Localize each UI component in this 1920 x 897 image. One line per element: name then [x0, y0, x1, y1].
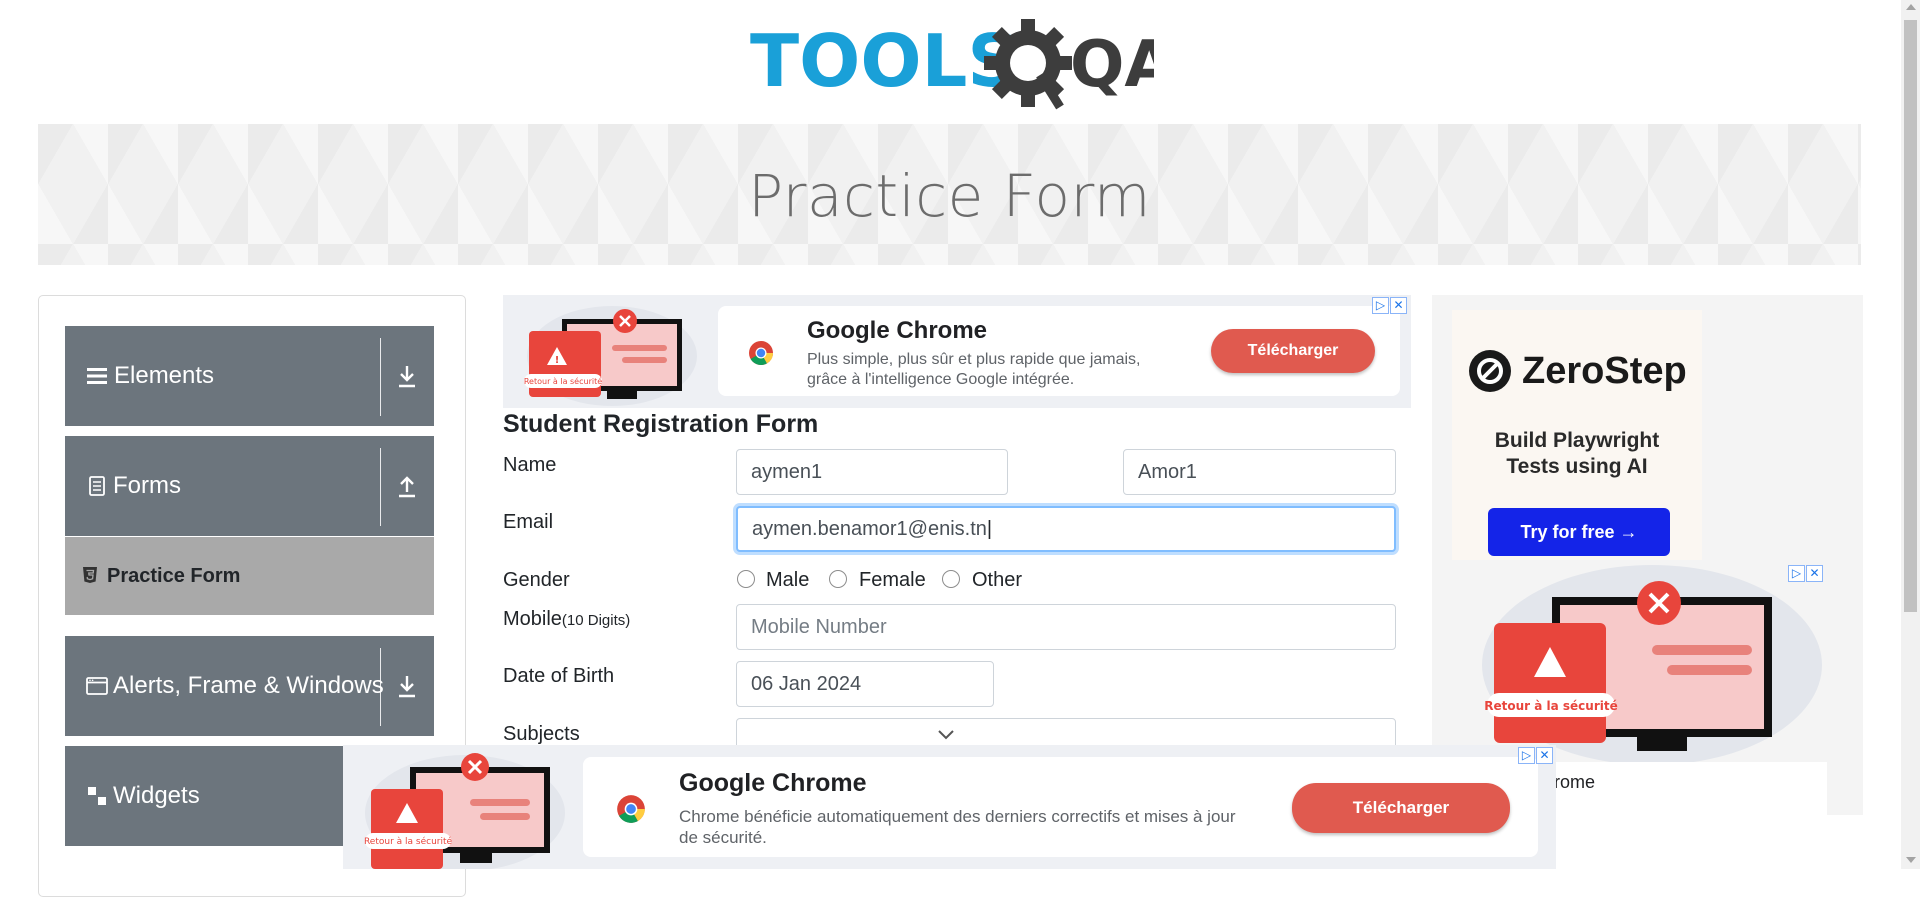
- gender-female-label[interactable]: Female: [859, 569, 926, 592]
- chrome-icon: [617, 795, 645, 823]
- gender-other-label[interactable]: Other: [972, 569, 1022, 592]
- divider: [380, 448, 381, 526]
- zerostep-logo-icon: [1469, 350, 1511, 392]
- text-cursor: |: [986, 518, 993, 540]
- zerostep-brand: ZeroStep: [1522, 350, 1687, 392]
- ad-banner-top[interactable]: ! Retour à la sécurité Google Chrome Plu…: [503, 295, 1411, 408]
- close-ad-icon[interactable]: ✕: [1390, 297, 1407, 314]
- ad-desc-line1: Plus simple, plus sûr et plus rapide que…: [807, 351, 1141, 368]
- dob-label: Date of Birth: [503, 665, 615, 687]
- sidebar-group-label: Forms: [113, 472, 181, 499]
- ad-desc-line2: de sécurité.: [679, 828, 767, 847]
- ad-footer-text: rome: [1554, 772, 1596, 792]
- page-title: Practice Form: [748, 162, 1151, 230]
- gender-label: Gender: [503, 569, 570, 591]
- svg-text:Retour à la sécurité: Retour à la sécurité: [1484, 699, 1618, 713]
- download-button[interactable]: Télécharger: [1292, 783, 1510, 833]
- adchoices-icon[interactable]: ▷: [1788, 565, 1805, 582]
- scroll-up-arrow-icon[interactable]: [1906, 4, 1916, 10]
- scroll-down-arrow-icon[interactable]: [1906, 857, 1916, 863]
- gender-female-radio[interactable]: [829, 570, 847, 588]
- chevron-down-icon: [938, 730, 954, 740]
- chrome-icon: [749, 341, 773, 366]
- page-banner: Practice Form: [38, 124, 1861, 265]
- svg-text:Retour à la sécurité: Retour à la sécurité: [524, 376, 602, 386]
- mobile-input[interactable]: Mobile Number: [736, 604, 1396, 650]
- download-arrow-icon: [399, 366, 415, 388]
- ad-illustration: Retour à la sécurité: [364, 753, 565, 869]
- name-label: Name: [503, 454, 557, 476]
- sidebar-group-label: Widgets: [113, 782, 200, 809]
- sidebar-group-label: Alerts, Frame & Windows: [113, 672, 384, 699]
- email-label: Email: [503, 511, 554, 533]
- adchoices-icon[interactable]: ▷: [1372, 297, 1389, 314]
- upload-arrow-icon: [399, 476, 415, 498]
- try-for-free-button[interactable]: Try for free →: [1488, 508, 1670, 556]
- scrollbar-thumb[interactable]: [1904, 20, 1917, 612]
- ad-illustration-right: Retour à la sécurité: [1482, 565, 1822, 765]
- ad-card: Google Chrome Chrome bénéficie automatiq…: [583, 757, 1538, 857]
- hamburger-icon: [87, 368, 107, 384]
- ad-title: Google Chrome: [679, 769, 867, 797]
- mobile-placeholder: Mobile Number: [751, 616, 887, 638]
- first-name-input[interactable]: aymen1: [736, 449, 1008, 495]
- ad-card: Google Chrome Plus simple, plus sûr et p…: [718, 306, 1400, 396]
- mobile-hint: (10 Digits): [561, 612, 631, 629]
- sidebar-item-label: Practice Form: [107, 565, 241, 587]
- mobile-label: Mobile(10 Digits): [503, 608, 631, 630]
- gender-other-radio[interactable]: [942, 570, 960, 588]
- sidebar-item-practice-form[interactable]: Practice Form: [65, 537, 434, 615]
- svg-text:!: !: [555, 355, 560, 366]
- ad-desc-line1: Chrome bénéficie automatiquement des der…: [679, 807, 1236, 826]
- sidebar-group-elements[interactable]: Elements: [65, 326, 434, 426]
- ad-title: Google Chrome: [807, 317, 988, 344]
- download-arrow-icon: [399, 676, 415, 698]
- logo-text-qa: QA: [1070, 28, 1154, 102]
- divider: [380, 338, 381, 416]
- toolsqa-logo[interactable]: TOOLS QA: [750, 18, 1174, 113]
- close-ad-icon[interactable]: ✕: [1806, 565, 1823, 582]
- ad-banner-bottom[interactable]: Retour à la sécurité Google Chrome Chrom…: [343, 745, 1556, 869]
- ad-sidebar-right[interactable]: ZeroStep Build Playwright Tests using AI…: [1432, 295, 1863, 815]
- zerostep-ad[interactable]: ZeroStep Build Playwright Tests using AI…: [1452, 310, 1702, 560]
- document-icon: [89, 476, 105, 496]
- close-ad-icon[interactable]: ✕: [1536, 747, 1553, 764]
- logo-text-tools: TOOLS: [750, 19, 1019, 103]
- sidebar-group-label: Elements: [114, 362, 215, 389]
- adchoices-icon[interactable]: ▷: [1518, 747, 1535, 764]
- form-title: Student Registration Form: [503, 410, 819, 438]
- html5-icon: [83, 567, 97, 583]
- gender-male-radio[interactable]: [737, 570, 755, 588]
- svg-text:Retour à la sécurité: Retour à la sécurité: [364, 836, 453, 847]
- email-value: aymen.benamor1@enis.tn: [752, 518, 987, 540]
- window-icon: [86, 677, 108, 695]
- gender-male-label[interactable]: Male: [766, 569, 809, 592]
- email-input[interactable]: aymen.benamor1@enis.tn|: [736, 506, 1396, 552]
- sidebar-group-forms[interactable]: Forms: [65, 436, 434, 536]
- date-of-birth-input[interactable]: 06 Jan 2024: [736, 661, 994, 707]
- ad-desc-line2: grâce à l'intelligence Google intégrée.: [807, 371, 1075, 388]
- subjects-label: Subjects: [503, 723, 580, 745]
- download-button[interactable]: Télécharger: [1211, 329, 1375, 373]
- sidebar-group-alerts[interactable]: Alerts, Frame & Windows: [65, 636, 434, 736]
- ad-illustration: ! Retour à la sécurité: [524, 306, 697, 406]
- zerostep-tagline: Build Playwright Tests using AI: [1494, 429, 1660, 478]
- vertical-scrollbar[interactable]: [1901, 0, 1920, 869]
- gear-icon: [984, 19, 1072, 110]
- last-name-input[interactable]: Amor1: [1123, 449, 1396, 495]
- widget-icon: [88, 787, 106, 805]
- divider: [380, 648, 381, 726]
